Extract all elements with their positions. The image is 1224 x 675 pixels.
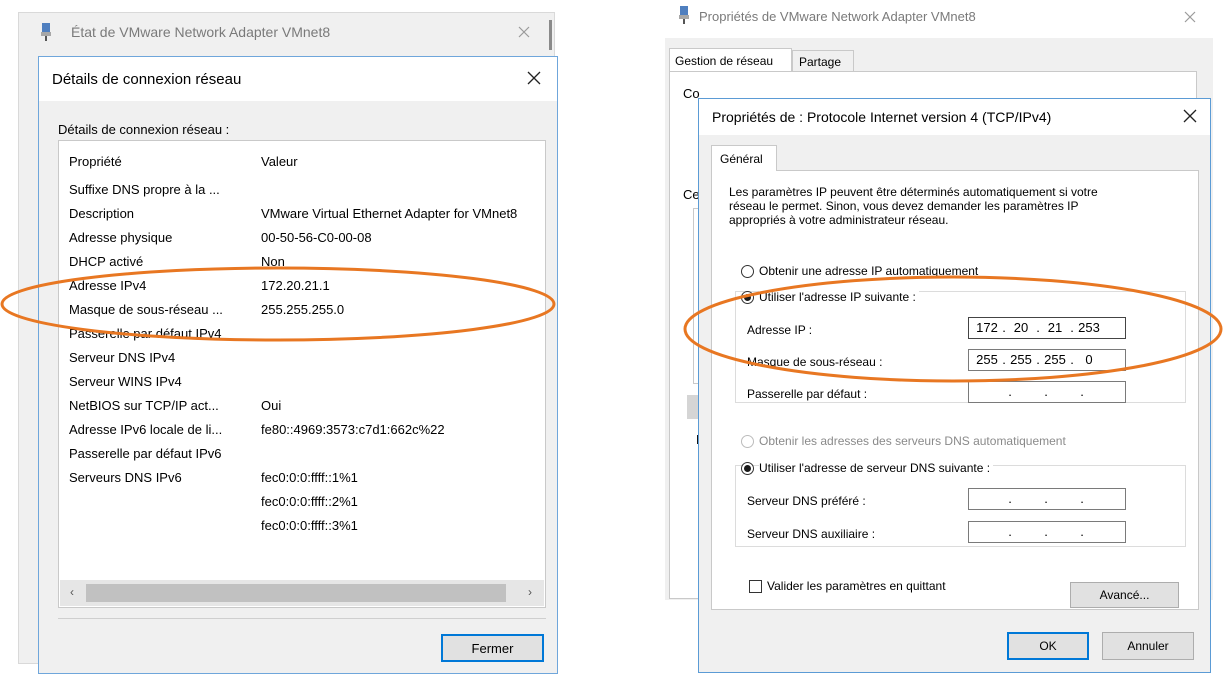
tab-general-label: Général: [720, 152, 763, 166]
tab-general[interactable]: Général: [711, 145, 777, 171]
annotation-ellipse-right: [683, 275, 1223, 383]
